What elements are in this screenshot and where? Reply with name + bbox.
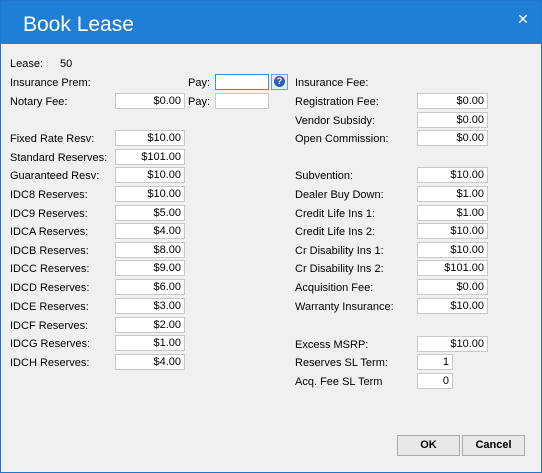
warranty-insurance-input[interactable]: $10.00: [417, 298, 488, 314]
cr-disability-ins-2-input[interactable]: $101.00: [417, 260, 488, 276]
pay-label: Pay:: [188, 77, 211, 89]
pay-input[interactable]: [215, 74, 269, 90]
standard-reserves-label: Standard Reserves:: [10, 152, 108, 164]
warranty-insurance-label: Warranty Insurance:: [295, 301, 394, 313]
pay2-input[interactable]: [215, 93, 269, 109]
open-commission-label: Open Commission:: [295, 133, 389, 145]
idcc-reserves-input[interactable]: $9.00: [115, 260, 185, 276]
fixed-rate-resv-input[interactable]: $10.00: [115, 130, 185, 146]
insurance-prem-label: Insurance Prem:: [10, 77, 91, 89]
idc9-reserves-input[interactable]: $5.00: [115, 205, 185, 221]
idce-reserves-label: IDCE Reserves:: [10, 301, 89, 313]
title-bar: Book Lease ✕: [1, 1, 541, 44]
subvention-input[interactable]: $10.00: [417, 167, 488, 183]
idcf-reserves-label: IDCF Reserves:: [10, 320, 89, 332]
book-lease-dialog: Book Lease ✕ Lease: 50 Insurance Prem: P…: [0, 0, 542, 473]
guaranteed-resv-input[interactable]: $10.00: [115, 167, 185, 183]
excess-msrp-input[interactable]: $10.00: [417, 336, 488, 352]
acquisition-fee-input[interactable]: $0.00: [417, 279, 488, 295]
ok-button[interactable]: OK: [397, 435, 460, 456]
reserves-sl-term-input[interactable]: 1: [417, 354, 453, 370]
idc8-reserves-label: IDC8 Reserves:: [10, 189, 88, 201]
idcc-reserves-label: IDCC Reserves:: [10, 263, 90, 275]
idca-reserves-label: IDCA Reserves:: [10, 226, 89, 238]
acquisition-fee-label: Acquisition Fee:: [295, 282, 374, 294]
lease-value: 50: [60, 58, 73, 70]
guaranteed-resv-label: Guaranteed Resv:: [10, 170, 100, 182]
credit-life-ins-2-input[interactable]: $10.00: [417, 223, 488, 239]
credit-life-ins-1-input[interactable]: $1.00: [417, 205, 488, 221]
cr-disability-ins-2-label: Cr Disability Ins 2:: [295, 263, 384, 275]
idcd-reserves-input[interactable]: $6.00: [115, 279, 185, 295]
credit-life-ins-1-label: Credit Life Ins 1:: [295, 208, 376, 220]
pay-help-button[interactable]: ?: [271, 74, 288, 90]
idcg-reserves-input[interactable]: $1.00: [115, 335, 185, 351]
idcb-reserves-label: IDCB Reserves:: [10, 245, 89, 257]
cr-disability-ins-1-label: Cr Disability Ins 1:: [295, 245, 384, 257]
idcg-reserves-label: IDCG Reserves:: [10, 338, 91, 350]
cr-disability-ins-1-input[interactable]: $10.00: [417, 242, 488, 258]
vendor-subsidy-label: Vendor Subsidy:: [295, 115, 376, 127]
acq-fee-sl-term-input[interactable]: 0: [417, 373, 453, 389]
dealer-buy-down-label: Dealer Buy Down:: [295, 189, 384, 201]
notary-fee-input[interactable]: $0.00: [115, 93, 185, 109]
standard-reserves-input[interactable]: $101.00: [115, 149, 185, 165]
subvention-label: Subvention:: [295, 170, 354, 182]
help-icon: ?: [274, 76, 285, 87]
idc8-reserves-input[interactable]: $10.00: [115, 186, 185, 202]
idc9-reserves-label: IDC9 Reserves:: [10, 208, 88, 220]
credit-life-ins-2-label: Credit Life Ins 2:: [295, 226, 376, 238]
idcd-reserves-label: IDCD Reserves:: [10, 282, 90, 294]
cancel-button[interactable]: Cancel: [462, 435, 525, 456]
idca-reserves-input[interactable]: $4.00: [115, 223, 185, 239]
close-icon[interactable]: ✕: [515, 11, 531, 27]
vendor-subsidy-input[interactable]: $0.00: [417, 112, 488, 128]
dialog-title: Book Lease: [23, 13, 134, 36]
reserves-sl-term-label: Reserves SL Term:: [295, 357, 388, 369]
dealer-buy-down-input[interactable]: $1.00: [417, 186, 488, 202]
registration-fee-label: Registration Fee:: [295, 96, 379, 108]
idcf-reserves-input[interactable]: $2.00: [115, 317, 185, 333]
lease-label: Lease:: [10, 58, 44, 70]
open-commission-input[interactable]: $0.00: [417, 130, 488, 146]
fixed-rate-resv-label: Fixed Rate Resv:: [10, 133, 95, 145]
insurance-fee-label: Insurance Fee:: [295, 77, 369, 89]
registration-fee-input[interactable]: $0.00: [417, 93, 488, 109]
idch-reserves-label: IDCH Reserves:: [10, 357, 90, 369]
idch-reserves-input[interactable]: $4.00: [115, 354, 185, 370]
excess-msrp-label: Excess MSRP:: [295, 339, 369, 351]
idcb-reserves-input[interactable]: $8.00: [115, 242, 185, 258]
idce-reserves-input[interactable]: $3.00: [115, 298, 185, 314]
pay2-label: Pay:: [188, 96, 211, 108]
notary-fee-label: Notary Fee:: [10, 96, 68, 108]
acq-fee-sl-term-label: Acq. Fee SL Term: [295, 376, 383, 388]
